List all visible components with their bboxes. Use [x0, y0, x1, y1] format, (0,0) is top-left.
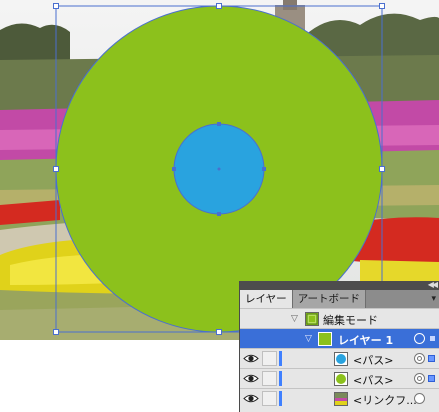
- collapse-panel-icon[interactable]: ◀◀: [428, 280, 438, 290]
- item-name-label[interactable]: <リンクフ...: [353, 392, 417, 408]
- visibility-eye-icon[interactable]: [243, 392, 259, 405]
- center-point: [217, 167, 221, 171]
- disclosure-triangle-icon[interactable]: ▽: [291, 314, 301, 324]
- layer-item-row[interactable]: <リンクフ...: [240, 388, 439, 408]
- layer-target-icon[interactable]: [414, 333, 425, 344]
- layer-row-layer-1[interactable]: ▽ レイヤー 1: [240, 328, 439, 348]
- item-target-icon[interactable]: [414, 373, 425, 384]
- panel-title-bar[interactable]: ◀◀: [240, 280, 439, 290]
- panel-tab-bar: レイヤー アートボード ▾: [240, 290, 439, 308]
- isolation-mode-label: 編集モード: [323, 314, 378, 327]
- item-name-label[interactable]: <パス>: [353, 352, 393, 368]
- layers-panel: ◀◀ レイヤー アートボード ▾ ▽ 編集モード ▽ レイヤー 1 <パス> <…: [239, 280, 439, 412]
- tab-artboards[interactable]: アートボード: [292, 290, 367, 308]
- item-target-icon[interactable]: [414, 393, 425, 404]
- item-selected-square-icon[interactable]: [428, 355, 435, 362]
- layer-item-row[interactable]: <パス>: [240, 368, 439, 388]
- visibility-eye-icon[interactable]: [243, 352, 259, 365]
- selection-indicator-icon[interactable]: [430, 336, 435, 341]
- visibility-eye-icon[interactable]: [243, 372, 259, 385]
- item-target-icon[interactable]: [414, 353, 425, 364]
- isolation-mode-row[interactable]: ▽ 編集モード: [240, 308, 439, 328]
- lock-toggle[interactable]: [262, 371, 277, 386]
- layer-color-bar: [279, 391, 282, 406]
- layer-name-label[interactable]: レイヤー 1: [338, 332, 393, 348]
- item-selected-square-icon[interactable]: [428, 375, 435, 382]
- layer-thumb-icon: [318, 332, 332, 346]
- layer-color-bar: [279, 351, 282, 366]
- item-name-label[interactable]: <パス>: [353, 372, 393, 388]
- lock-toggle[interactable]: [262, 351, 277, 366]
- disclosure-triangle-icon[interactable]: ▽: [305, 334, 315, 344]
- path-thumb-icon: [334, 352, 348, 366]
- layer-thumb-icon: [305, 312, 319, 326]
- layer-color-bar: [279, 371, 282, 386]
- panel-menu-icon[interactable]: ▾: [431, 294, 436, 304]
- path-thumb-icon: [334, 372, 348, 386]
- layer-item-row[interactable]: <パス>: [240, 348, 439, 368]
- lock-toggle[interactable]: [262, 391, 277, 406]
- linked-image-thumb-icon: [334, 392, 348, 406]
- tab-layers[interactable]: レイヤー: [240, 290, 293, 308]
